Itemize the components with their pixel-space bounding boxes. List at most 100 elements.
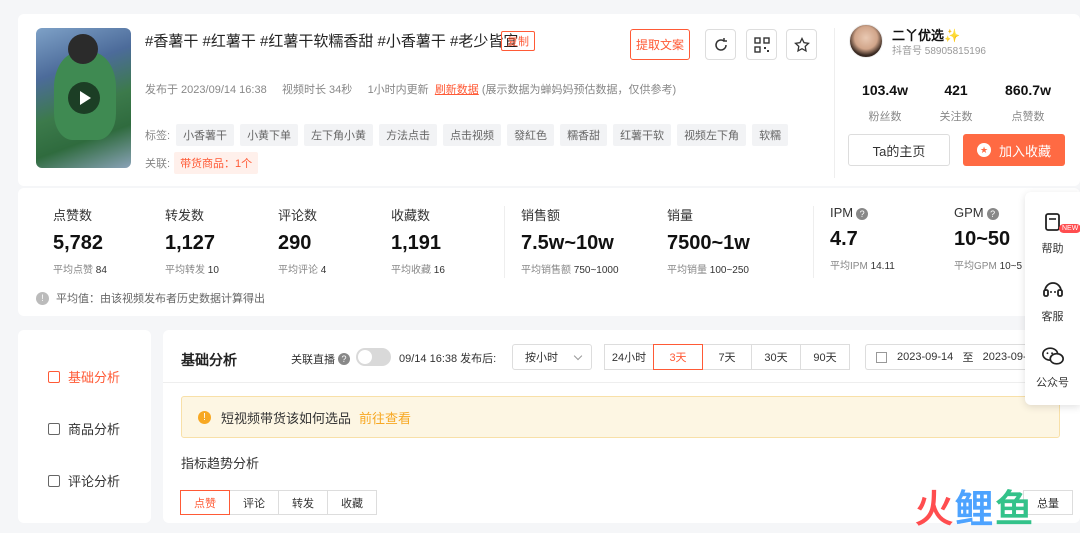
tag-item[interactable]: 小黄下单: [240, 124, 299, 146]
account-home-button[interactable]: Ta的主页: [848, 134, 950, 166]
play-icon[interactable]: [68, 82, 100, 114]
calendar-icon: [876, 351, 887, 363]
analysis-sidebar: 基础分析 商品分析 评论分析: [18, 330, 151, 523]
tab-shares[interactable]: 转发: [278, 490, 328, 515]
qrcode-icon: [753, 36, 770, 53]
divider: [813, 206, 814, 278]
related-products-badge[interactable]: 带货商品：1个: [174, 152, 259, 174]
floating-toolbar: 帮助 NEW 客服 公众号: [1025, 192, 1080, 405]
video-duration: 视频时长 34秒: [281, 84, 353, 96]
stat-collects: 收藏数 1,191 平均收藏 16: [391, 208, 445, 276]
stat-sales-amount: 销售额 7.5w~10w 平均销售额 750~1000: [521, 208, 619, 276]
add-favorite-button[interactable]: ★ 加入收藏: [963, 134, 1065, 166]
likes-stat: 860.7w 点赞数: [988, 82, 1068, 124]
new-badge: NEW: [1059, 224, 1080, 233]
official-account-button[interactable]: 公众号: [1025, 344, 1080, 390]
stat-label: 关注数: [939, 111, 973, 123]
copy-button[interactable]: 复制: [501, 31, 535, 51]
tag-item[interactable]: 视频左下角: [677, 124, 747, 146]
time-range-tabs: 24小时 3天 7天 30天 90天: [604, 344, 850, 370]
chevron-down-icon: [573, 351, 583, 361]
related-label: 关联:: [145, 158, 171, 170]
page-title: 基础分析: [181, 352, 237, 368]
qrcode-icon-button[interactable]: [746, 29, 777, 60]
wechat-icon: [1041, 344, 1065, 368]
brand-watermark: 火鲤鱼: [915, 489, 1036, 531]
tag-item[interactable]: 左下角小黄: [304, 124, 374, 146]
stat-sales-volume: 销量 7500~1w 平均销量 100~250: [667, 208, 750, 276]
following-stat: 421 关注数: [916, 82, 996, 124]
stat-value: 103.4w: [862, 82, 908, 98]
help-button[interactable]: 帮助 NEW: [1025, 210, 1080, 256]
tab-comments[interactable]: 评论: [229, 490, 279, 515]
tab-likes[interactable]: 点赞: [180, 490, 230, 515]
stat-comments: 评论数 290 平均评论 4: [278, 208, 327, 276]
granularity-select[interactable]: 按小时: [512, 344, 592, 370]
tag-item[interactable]: 软糯: [752, 124, 789, 146]
range-24h[interactable]: 24小时: [604, 344, 654, 370]
tag-item[interactable]: 红薯干软: [613, 124, 672, 146]
thumbnail-head: [68, 34, 98, 64]
video-meta: 发布于 2023/09/14 16:38 视频时长 34秒 1小时内更新 刷新数…: [145, 81, 676, 97]
range-30d[interactable]: 30天: [751, 344, 801, 370]
tag-item[interactable]: 点击视频: [443, 124, 502, 146]
avatar[interactable]: [849, 24, 883, 58]
tag-item[interactable]: 糯香甜: [560, 124, 608, 146]
sidebar-item-comment-analysis[interactable]: 评论分析: [48, 471, 120, 490]
range-3d[interactable]: 3天: [653, 344, 703, 370]
sidebar-item-product-analysis[interactable]: 商品分析: [48, 419, 120, 438]
customer-service-button[interactable]: 客服: [1025, 278, 1080, 324]
stat-label: 粉丝数: [868, 111, 902, 123]
average-note: ! 平均值：由该视频发布者历史数据计算得出: [36, 290, 265, 306]
extract-text-button[interactable]: 提取文案: [630, 29, 690, 60]
info-icon: !: [36, 291, 49, 305]
stat-label: 点赞数: [1011, 111, 1045, 123]
stat-ipm: IPM? 4.7 平均IPM 14.11: [830, 205, 895, 272]
video-header-card: #香薯干 #红薯干 #红薯干软糯香甜 #小香薯干 #老少皆宜 复制 提取文案 发…: [18, 14, 1080, 186]
related-row: 关联: 带货商品：1个: [145, 152, 259, 174]
trend-title: 指标趋势分析: [181, 456, 260, 471]
warning-icon: !: [198, 410, 211, 424]
live-link-label: 关联直播?: [291, 351, 350, 367]
video-thumbnail[interactable]: [36, 28, 131, 168]
tag-list: 标签: 小香薯干 小黄下单 左下角小黄 方法点击 点击视频 發紅色 糯香甜 红薯…: [145, 124, 794, 146]
view-link[interactable]: 前往查看: [359, 408, 411, 427]
headset-icon: [1041, 278, 1065, 302]
stat-value: 860.7w: [1005, 82, 1051, 98]
publish-after-label: 09/14 16:38 发布后:: [399, 353, 497, 365]
metric-tabs: 点赞 评论 转发 收藏: [180, 490, 377, 515]
refresh-icon: [714, 37, 727, 51]
refresh-data-link[interactable]: 刷新数据: [435, 84, 479, 96]
help-icon[interactable]: ?: [856, 207, 869, 220]
tags-label: 标签:: [145, 130, 171, 142]
bag-icon: [48, 422, 60, 435]
divider: [504, 206, 505, 278]
tip-banner: ! 短视频带货该如何选品 前往查看: [181, 396, 1060, 438]
add-favorite-label: 加入收藏: [998, 143, 1051, 159]
range-90d[interactable]: 90天: [800, 344, 850, 370]
stat-gpm: GPM? 10~50 平均GPM 10~5: [954, 205, 1023, 272]
heart-icon: ★: [976, 143, 991, 157]
tag-item[interactable]: 小香薯干: [176, 124, 235, 146]
followers-stat: 103.4w 粉丝数: [845, 82, 925, 124]
tag-item[interactable]: 方法点击: [379, 124, 438, 146]
star-icon-button[interactable]: [786, 29, 817, 60]
publish-time: 发布于 2023/09/14 16:38: [145, 84, 267, 96]
video-title: #香薯干 #红薯干 #红薯干软糯香甜 #小香薯干 #老少皆宜: [145, 33, 519, 50]
data-disclaimer: (展示数据为蝉妈妈预估数据，仅供参考): [481, 84, 677, 96]
help-icon[interactable]: ?: [338, 353, 350, 365]
update-info: 1小时内更新: [367, 84, 429, 96]
stat-likes: 点赞数 5,782 平均点赞 84: [53, 208, 107, 276]
help-icon[interactable]: ?: [986, 207, 999, 220]
sidebar-item-basic-analysis[interactable]: 基础分析: [48, 367, 120, 386]
divider: [163, 382, 1080, 383]
live-link-toggle[interactable]: [356, 348, 391, 366]
tag-item[interactable]: 發紅色: [507, 124, 555, 146]
video-stats-card: 点赞数 5,782 平均点赞 84 转发数 1,127 平均转发 10 评论数 …: [18, 188, 1080, 316]
range-7d[interactable]: 7天: [702, 344, 752, 370]
chart-icon: [48, 370, 60, 383]
sparkle-icon: ✨: [944, 28, 961, 43]
stat-value: 421: [944, 82, 968, 98]
tab-collects[interactable]: 收藏: [327, 490, 377, 515]
refresh-icon-button[interactable]: [705, 29, 736, 60]
